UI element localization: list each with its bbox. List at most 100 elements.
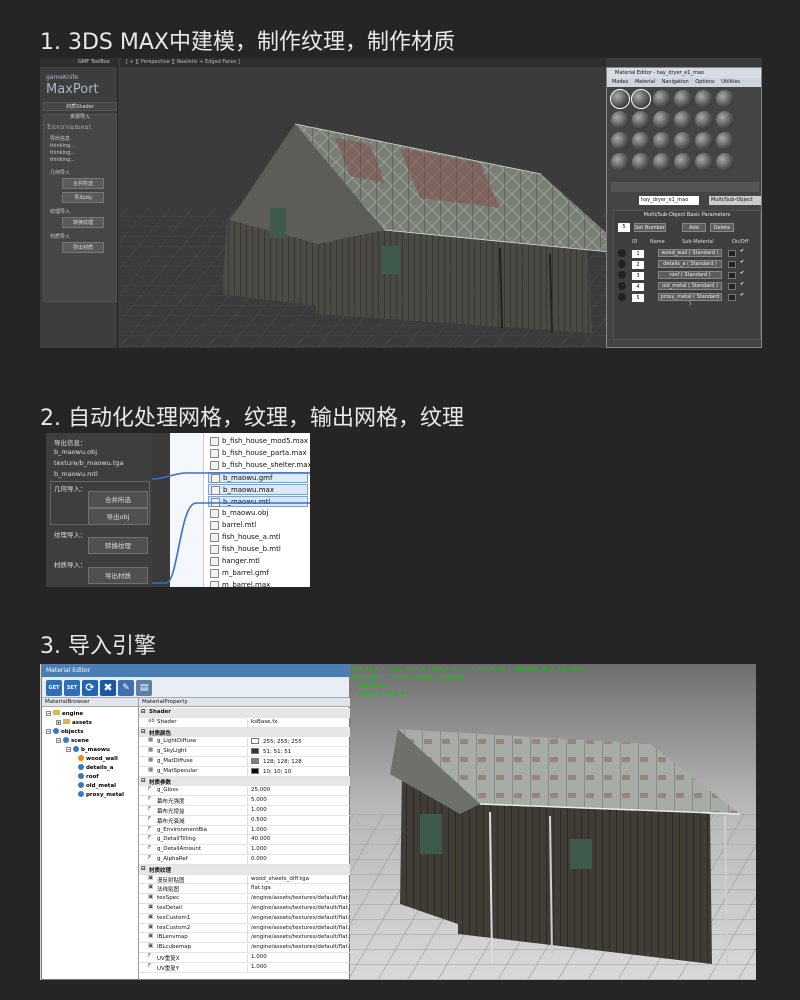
material-sample-sphere[interactable] [716, 90, 734, 108]
menu-options[interactable]: Options [695, 79, 714, 85]
property-row[interactable]: Fg_DetailTilling 40.000 [139, 835, 351, 846]
property-value[interactable]: 51; 51; 51 [247, 748, 291, 758]
material-sample-sphere[interactable] [674, 111, 692, 129]
sub-material-id[interactable]: 1 [632, 250, 644, 258]
property-row[interactable]: ▣ IBLenvmap/engine/assets/textures/defaul… [139, 933, 358, 944]
material-sample-sphere[interactable] [695, 153, 713, 171]
material-sample-sphere[interactable] [674, 153, 692, 171]
export-material-button[interactable]: 导出材质 [88, 567, 148, 584]
property-row[interactable]: F 幕布光增益 1.000 [139, 806, 351, 816]
sub-material-button[interactable]: proxy_metal ( Standard ) [658, 293, 722, 307]
collapse-icon[interactable]: ⊟ [141, 729, 146, 735]
material-sample-sphere[interactable] [611, 111, 629, 129]
sub-material-color[interactable] [728, 294, 736, 301]
file-item[interactable]: barrel.mtl [208, 520, 308, 531]
property-row[interactable]: ab Shader ksBase.fx [139, 718, 351, 728]
property-value[interactable]: /engine/assets/textures/default/flat.tga [247, 944, 358, 954]
property-value[interactable]: 1.000 [247, 963, 267, 973]
sub-material-button[interactable]: roof ( Standard ) [658, 271, 722, 279]
property-value[interactable]: 1.000 [247, 826, 267, 836]
material-sample-sphere[interactable] [631, 89, 651, 109]
tree-wood-wall[interactable]: wood_wall [78, 755, 118, 762]
merge-selected-button[interactable]: 合并所选 [62, 178, 104, 189]
on-checkbox[interactable]: ✔ [740, 292, 744, 299]
file-item[interactable]: m_barrel.gmf [208, 568, 308, 579]
sub-material-id[interactable]: 5 [632, 294, 644, 302]
material-type-button[interactable]: Multi/Sub-Object [709, 196, 761, 205]
sub-material-id[interactable]: 3 [632, 272, 644, 280]
file-item[interactable]: b_maowu.mtl [208, 496, 308, 507]
property-row[interactable]: F UV重复X 1.000 [139, 953, 351, 963]
sub-material-color[interactable] [728, 261, 736, 268]
property-value[interactable]: 1.000 [247, 846, 267, 856]
material-sample-slots[interactable] [610, 89, 741, 176]
property-row[interactable]: ▣ IBLcubemap/engine/assets/textures/defau… [139, 943, 358, 954]
collapse-icon[interactable]: ⊟ [141, 709, 146, 715]
property-value[interactable]: /engine/assets/textures/default/flat.tga [247, 895, 358, 905]
add-button[interactable]: Add [682, 223, 706, 232]
property-value[interactable]: wood_sheets_diff.tga [247, 875, 309, 885]
menu-material[interactable]: Material [635, 79, 655, 85]
delete-button[interactable]: Delete [710, 223, 734, 232]
material-sample-sphere[interactable] [653, 153, 671, 171]
property-row[interactable]: F 幕布光强度 5.000 [139, 796, 351, 807]
sub-material-button[interactable]: old_metal ( Standard ) [658, 282, 722, 290]
set-button[interactable]: SET [64, 680, 80, 696]
sub-material-row[interactable]: 3 roof ( Standard ) ✔ [616, 270, 760, 280]
collapse-icon[interactable]: ⊟ [141, 866, 146, 872]
material-sample-sphere[interactable] [611, 153, 629, 171]
property-value[interactable]: 0.500 [247, 816, 267, 826]
tree-engine[interactable]: − engine [46, 710, 83, 717]
file-item[interactable]: b_maowu.gmf [208, 472, 308, 483]
property-value[interactable]: flat.tga [247, 885, 271, 895]
property-row[interactable]: Fg_AlphaRef 0.000 [139, 855, 351, 865]
tree-old-metal[interactable]: old_metal [78, 782, 116, 789]
sub-material-row[interactable]: 5 proxy_metal ( Standard ) ✔ [616, 292, 760, 307]
property-row[interactable]: ▣ texDetail/engine/assets/textures/defaul… [139, 904, 358, 914]
material-sample-sphere[interactable] [695, 111, 713, 129]
property-row[interactable]: Fg_EnvironmentBia 1.000 [139, 826, 351, 836]
sub-material-id[interactable]: 4 [632, 283, 644, 291]
material-sample-sphere[interactable] [653, 90, 671, 108]
property-value[interactable]: ksBase.fx [247, 718, 277, 728]
menu-modes[interactable]: Modes [612, 79, 628, 85]
material-sample-sphere[interactable] [674, 132, 692, 150]
on-checkbox[interactable]: ✔ [740, 270, 744, 277]
color-swatch[interactable] [251, 767, 259, 774]
material-sample-sphere[interactable] [716, 132, 734, 150]
property-value[interactable]: 5.000 [247, 797, 267, 807]
property-row[interactable]: Fg_DetailAmount 1.000 [139, 845, 351, 856]
sub-material-row[interactable]: 4 old_metal ( Standard ) ✔ [616, 281, 760, 291]
sub-material-color[interactable] [728, 283, 736, 290]
property-value[interactable]: /engine/assets/textures/default/flat.tga [247, 934, 358, 944]
perspective-viewport[interactable]: [ + ][ Perspective ][ Realistic + Edged … [120, 58, 606, 348]
file-item[interactable]: fish_house_a.mtl [208, 532, 308, 543]
get-button[interactable]: GET [46, 680, 62, 696]
property-row[interactable]: ▦ g_MatSpecular 10; 10; 10 [139, 767, 351, 777]
property-value[interactable]: 0.000 [247, 856, 267, 865]
property-row[interactable]: ▦ g_SkyLight 51; 51; 51 [139, 747, 351, 758]
property-value[interactable]: 40.000 [247, 836, 270, 846]
material-name-field[interactable]: hay_dryer_e1_mao [639, 196, 699, 205]
material-sample-sphere[interactable] [610, 89, 630, 109]
sub-material-button[interactable]: wood_wall ( Standard ) [658, 249, 722, 257]
property-value[interactable]: /engine/assets/textures/default/flat.tga [247, 914, 358, 924]
material-sample-sphere[interactable] [611, 132, 629, 150]
tree-objects[interactable]: − objects [46, 728, 84, 735]
tree-assets[interactable]: + assets [56, 719, 92, 726]
material-toolbar[interactable] [611, 182, 759, 192]
material-sample-sphere[interactable] [695, 90, 713, 108]
material-sample-sphere[interactable] [632, 111, 650, 129]
folder-tree-pane[interactable] [170, 433, 204, 587]
property-value[interactable]: 1.000 [247, 954, 267, 963]
convert-texture-button[interactable]: 转换纹理 [62, 217, 104, 228]
property-value[interactable]: 1.000 [247, 807, 267, 816]
file-item[interactable]: fish_house_b.mtl [208, 544, 308, 555]
tree-b-maowu[interactable]: − b_maowu [66, 746, 110, 753]
set-number-button[interactable]: Set Number [634, 223, 666, 232]
tree-details-a[interactable]: details_a [78, 764, 114, 771]
material-sample-sphere[interactable] [653, 132, 671, 150]
material-sample-sphere[interactable] [716, 153, 734, 171]
property-row[interactable]: F UV重复Y 1.000 [139, 963, 351, 973]
material-sample-sphere[interactable] [674, 90, 692, 108]
